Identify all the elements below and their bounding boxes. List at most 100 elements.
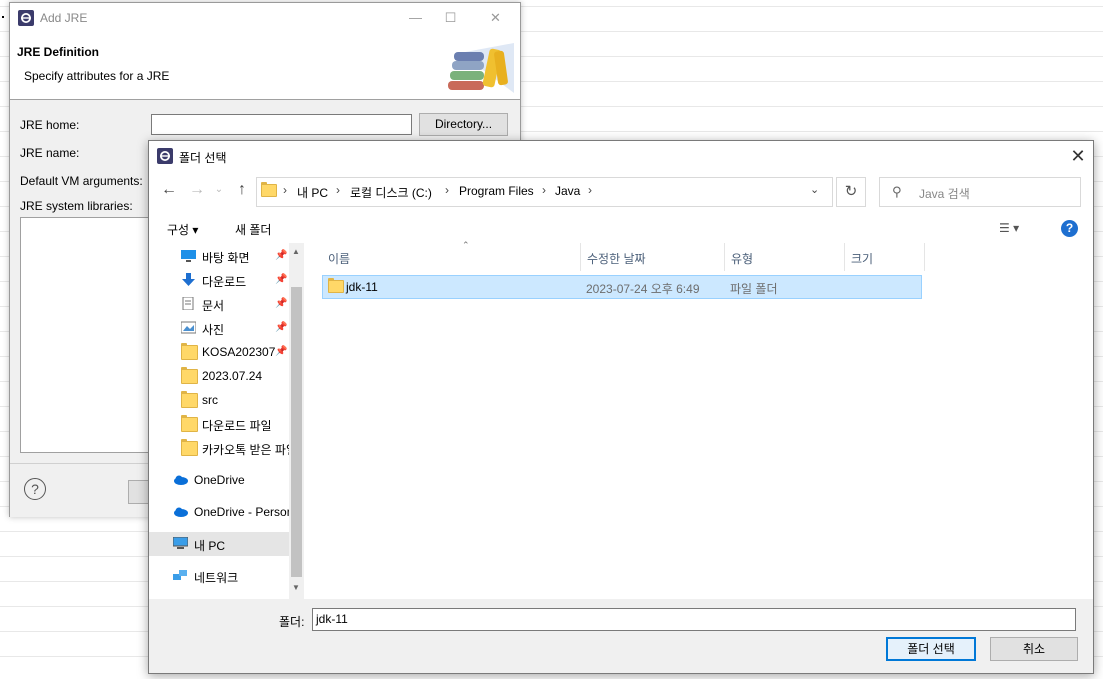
nav-item-downloads[interactable]: 다운로드 📌 — [149, 268, 289, 292]
scrollbar-thumb[interactable] — [291, 287, 302, 577]
folder-label: 폴더: — [279, 615, 305, 629]
vm-args-label: Default VM arguments: — [20, 174, 143, 188]
onedrive-icon — [174, 475, 188, 485]
breadcrumb-java[interactable]: Java — [555, 184, 580, 198]
breadcrumb-local-disk[interactable]: 로컬 디스크 (C:) — [350, 184, 432, 201]
system-libraries-list[interactable] — [20, 217, 152, 453]
file-name: jdk-11 — [346, 280, 378, 294]
scroll-up-icon[interactable]: ▲ — [292, 247, 300, 256]
cancel-button[interactable]: 취소 — [990, 637, 1078, 661]
column-header-name[interactable]: 이름 ⌃ — [322, 240, 581, 271]
jre-titlebar: Add JRE — ☐ ✕ — [10, 3, 520, 33]
eclipse-icon — [18, 10, 34, 26]
file-list: 이름 ⌃ 수정한 날짜 유형 크기 jdk-11 2023-07-24 오후 6… — [306, 240, 1092, 599]
nav-item-desktop[interactable]: 바탕 화면 📌 — [149, 244, 289, 268]
nav-item-network[interactable]: 네트워크 — [149, 564, 289, 588]
jre-home-label: JRE home: — [20, 118, 80, 132]
jre-header-title: JRE Definition — [17, 45, 100, 59]
breadcrumb-program-files[interactable]: Program Files — [459, 184, 534, 198]
maximize-icon[interactable]: ☐ — [428, 3, 473, 33]
close-icon[interactable]: ✕ — [473, 3, 518, 33]
folder-picker-dialog: 폴더 선택 ✕ ← → ⌄ ↑ › 내 PC › 로컬 디스크 (C:) › P… — [148, 140, 1094, 674]
address-bar[interactable]: › 내 PC › 로컬 디스크 (C:) › Program Files › J… — [256, 177, 833, 207]
system-libraries-label: JRE system libraries: — [20, 199, 133, 213]
folder-icon — [181, 343, 198, 360]
background-dot — [2, 16, 4, 18]
picker-footer: 폴더: jdk-11 폴더 선택 취소 — [149, 599, 1093, 673]
select-folder-button[interactable]: 폴더 선택 — [886, 637, 976, 661]
nav-item-folder[interactable]: KOSA202307 📌 — [149, 340, 289, 364]
file-type: 파일 폴더 — [730, 282, 778, 296]
picker-title: 폴더 선택 — [179, 151, 227, 165]
picker-titlebar: 폴더 선택 ✕ — [149, 141, 1093, 171]
download-icon — [182, 273, 195, 286]
nav-scrollbar[interactable]: ▲ ▼ — [289, 243, 304, 599]
navigation-pane: 바탕 화면 📌 다운로드 📌 문서 📌 사진 📌 KOSA202307 📌 20… — [149, 243, 304, 599]
pin-icon: 📌 — [275, 322, 288, 333]
network-icon — [173, 570, 187, 580]
pin-icon: 📌 — [275, 298, 288, 309]
directory-button[interactable]: Directory... — [419, 113, 508, 136]
recent-locations-icon[interactable]: ⌄ — [208, 179, 230, 201]
file-date: 2023-07-24 오후 6:49 — [586, 282, 700, 296]
help-icon[interactable]: ? — [24, 478, 46, 500]
desktop-icon — [181, 250, 196, 262]
breadcrumb-pc[interactable]: 내 PC — [297, 184, 328, 201]
eclipse-icon — [157, 148, 173, 164]
view-options-icon[interactable]: ☰ ▾ — [999, 221, 1019, 235]
nav-item-documents[interactable]: 문서 📌 — [149, 292, 289, 316]
close-icon[interactable]: ✕ — [1063, 141, 1093, 171]
organize-button[interactable]: 구성 ▾ — [167, 221, 198, 238]
column-header-date[interactable]: 수정한 날짜 — [581, 243, 725, 271]
chevron-right-icon[interactable]: › — [283, 183, 287, 197]
pc-icon — [173, 537, 188, 549]
forward-arrow-icon[interactable]: → — [186, 179, 208, 201]
nav-item-onedrive-personal[interactable]: OneDrive - Personal — [149, 500, 289, 524]
search-icon: ⚲ — [892, 184, 902, 199]
document-icon — [182, 297, 194, 310]
pin-icon: 📌 — [275, 250, 288, 261]
nav-item-folder[interactable]: 다운로드 파일 — [149, 412, 289, 436]
jre-home-input[interactable] — [151, 114, 412, 135]
chevron-right-icon[interactable]: › — [445, 183, 449, 197]
chevron-right-icon[interactable]: › — [542, 183, 546, 197]
chevron-right-icon[interactable]: › — [588, 183, 592, 197]
back-arrow-icon[interactable]: ← — [158, 179, 180, 201]
jre-name-label: JRE name: — [20, 146, 80, 160]
folder-icon — [181, 391, 198, 408]
chevron-down-icon[interactable]: ⌄ — [810, 183, 819, 196]
refresh-icon[interactable]: ↻ — [836, 177, 866, 207]
nav-item-folder[interactable]: src — [149, 388, 289, 412]
folder-icon — [181, 367, 198, 384]
jre-header-description: Specify attributes for a JRE — [24, 69, 170, 83]
chevron-right-icon[interactable]: › — [336, 183, 340, 197]
nav-item-folder[interactable]: 카카오톡 받은 파일 — [149, 436, 289, 460]
scroll-down-icon[interactable]: ▼ — [292, 583, 300, 592]
folder-icon — [181, 415, 198, 432]
new-folder-button[interactable]: 새 폴더 — [235, 221, 271, 238]
folder-icon — [181, 439, 198, 456]
column-header-type[interactable]: 유형 — [725, 243, 845, 271]
picture-icon — [181, 321, 196, 334]
folder-icon — [261, 182, 277, 197]
up-arrow-icon[interactable]: ↑ — [231, 179, 253, 201]
navigation-list: 바탕 화면 📌 다운로드 📌 문서 📌 사진 📌 KOSA202307 📌 20… — [149, 243, 289, 599]
pin-icon: 📌 — [275, 274, 288, 285]
jre-header: JRE Definition Specify attributes for a … — [10, 33, 520, 100]
search-placeholder: Java 검색 — [919, 187, 970, 201]
nav-item-onedrive[interactable]: OneDrive — [149, 468, 289, 492]
sort-ascending-icon: ⌃ — [462, 240, 470, 250]
jre-dialog-title: Add JRE — [40, 11, 88, 25]
column-header-size[interactable]: 크기 — [845, 243, 925, 271]
books-icon — [448, 43, 514, 93]
search-box[interactable]: ⚲ Java 검색 — [879, 177, 1081, 207]
help-icon[interactable]: ? — [1061, 220, 1078, 237]
nav-item-pictures[interactable]: 사진 📌 — [149, 316, 289, 340]
onedrive-icon — [174, 507, 188, 517]
nav-item-folder[interactable]: 2023.07.24 — [149, 364, 289, 388]
folder-icon — [328, 278, 344, 293]
folder-input[interactable]: jdk-11 — [312, 608, 1076, 631]
nav-item-this-pc[interactable]: 내 PC — [149, 532, 289, 556]
file-row[interactable]: jdk-11 2023-07-24 오후 6:49 파일 폴더 — [322, 275, 922, 299]
pin-icon: 📌 — [275, 346, 288, 357]
